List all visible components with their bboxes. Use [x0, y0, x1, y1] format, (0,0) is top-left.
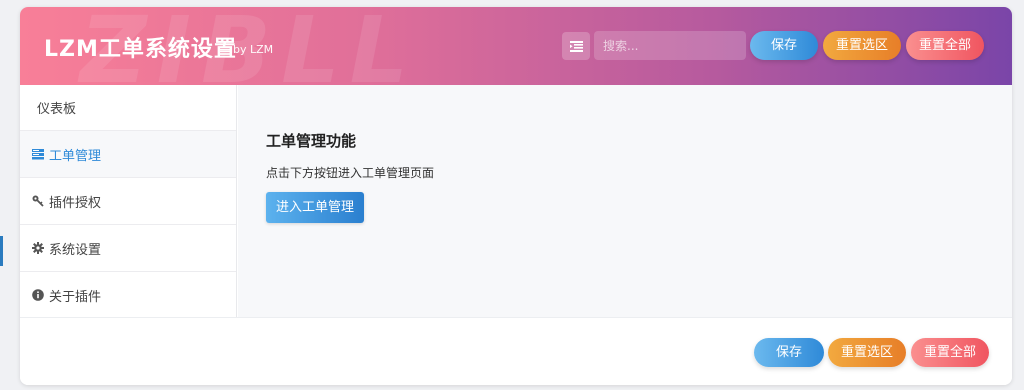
- sidebar-item-label: 仪表板: [37, 102, 77, 117]
- menu-toggle-button[interactable]: [562, 32, 590, 60]
- sidebar-item-label: 工单管理: [49, 148, 102, 164]
- sidebar-item-plugin-license[interactable]: 插件授权: [20, 178, 236, 225]
- sidebar-item-about-plugin[interactable]: 关于插件: [20, 272, 236, 319]
- main-content: 工单管理功能 点击下方按钮进入工单管理页面 进入工单管理: [238, 85, 1012, 317]
- sidebar-item-label: 系统设置: [49, 242, 102, 258]
- footer-bar: 保存 重置选区 重置全部: [20, 317, 1012, 385]
- sidebar-item-system-settings[interactable]: 系统设置: [20, 225, 236, 272]
- key-icon: [32, 195, 44, 207]
- server-icon: [32, 148, 44, 160]
- footer-reset-section-button[interactable]: 重置选区: [828, 338, 906, 367]
- gear-icon: [32, 242, 44, 254]
- page-title: LZM工单系统设置: [44, 37, 237, 62]
- enter-ticket-management-button[interactable]: 进入工单管理: [266, 192, 364, 223]
- settings-panel: ZIBLL LZM工单系统设置 by LZM 保存 重置选区 重置全部 仪表板: [20, 7, 1012, 385]
- header-bar: ZIBLL LZM工单系统设置 by LZM 保存 重置选区 重置全部: [20, 7, 1012, 85]
- header-reset-section-button[interactable]: 重置选区: [823, 31, 901, 60]
- byline: by LZM: [233, 43, 274, 56]
- sidebar-item-label: 关于插件: [49, 289, 102, 305]
- search-input[interactable]: [594, 31, 746, 60]
- header-save-button[interactable]: 保存: [750, 31, 818, 60]
- info-icon: [32, 289, 44, 301]
- sidebar-item-dashboard[interactable]: 仪表板: [20, 85, 236, 131]
- sidebar-item-ticket-management[interactable]: 工单管理: [20, 131, 236, 178]
- sidebar-item-label: 插件授权: [49, 195, 102, 211]
- header-reset-all-button[interactable]: 重置全部: [906, 31, 984, 60]
- sidebar: 仪表板 工单管理 插件授权 系统设置 关于插件: [20, 85, 237, 319]
- edge-indicator: [0, 236, 3, 266]
- list-indent-icon: [569, 40, 583, 52]
- section-description: 点击下方按钮进入工单管理页面: [266, 166, 435, 180]
- section-title: 工单管理功能: [266, 132, 357, 150]
- footer-save-button[interactable]: 保存: [754, 338, 824, 367]
- footer-reset-all-button[interactable]: 重置全部: [911, 338, 989, 367]
